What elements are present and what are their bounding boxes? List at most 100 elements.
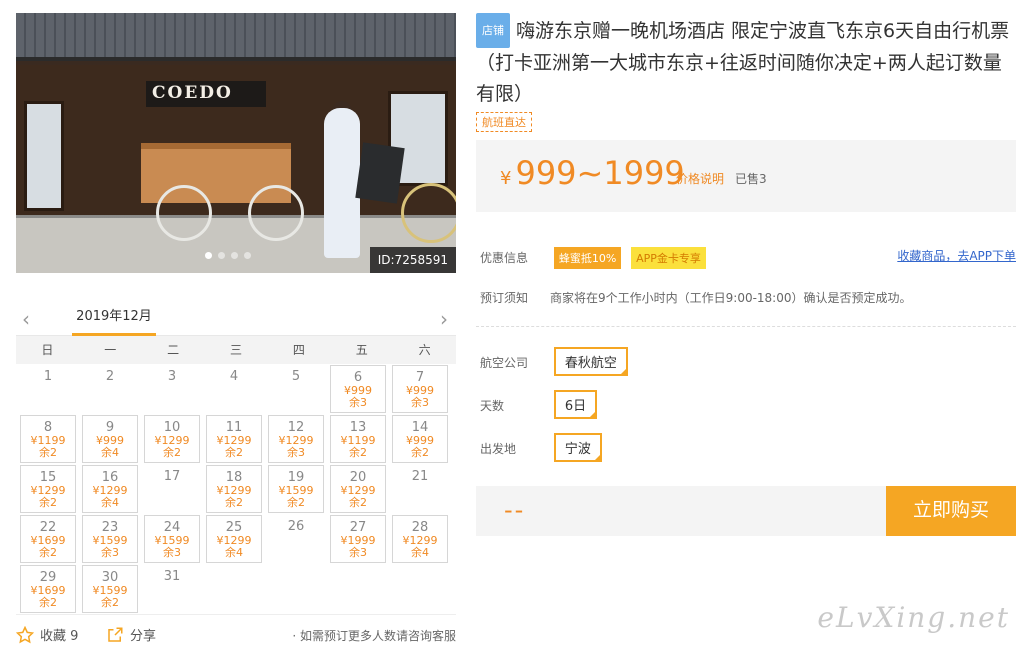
calendar-day-available[interactable]: 14 ¥999 余2	[392, 415, 448, 463]
day-number: 1	[43, 369, 53, 384]
day-remaining: 余2	[411, 446, 429, 459]
day-remaining: 余2	[163, 446, 181, 459]
calendar-day: 1	[20, 365, 76, 413]
day-remaining: 余4	[101, 496, 119, 509]
pagination-dot[interactable]	[244, 252, 251, 259]
chevron-right-icon[interactable]: ›	[440, 307, 448, 331]
price-value: 999~1999	[515, 154, 685, 192]
price-note-link[interactable]: 价格说明	[676, 170, 724, 187]
day-number: 30	[101, 570, 119, 585]
day-number: 29	[39, 570, 57, 585]
calendar-day-available[interactable]: 20 ¥1299 余2	[330, 465, 386, 513]
calendar-day-available[interactable]: 30 ¥1599 余2	[82, 565, 138, 613]
days-option[interactable]: 6日	[553, 390, 598, 419]
currency-symbol: ¥	[500, 168, 512, 189]
booking-text: 商家将在9个工作小时内（工作日9:00-18:00）确认是否预定成功。	[550, 291, 912, 305]
day-remaining: 余3	[163, 546, 181, 559]
promo-label: 优惠信息	[480, 251, 529, 265]
weekday-label: 二	[167, 343, 180, 357]
shop-window	[24, 101, 64, 211]
day-number: 31	[163, 569, 181, 584]
favorite-label: 收藏 9	[40, 629, 79, 644]
calendar-nav: ‹ 2019年12月 ›	[16, 302, 456, 336]
product-title: 店铺 嗨游东京赠一晚机场酒店 限定宁波直飞东京6天自由行机票（打卡亚洲第一大城市东…	[476, 13, 1016, 110]
price: ¥999~1999	[500, 154, 685, 192]
option-origin: 出发地 宁波	[480, 433, 602, 462]
day-remaining: 余3	[349, 546, 367, 559]
origin-option[interactable]: 宁波	[553, 433, 602, 462]
bicycle-wheel	[156, 185, 212, 241]
price-calendar: ‹ 2019年12月 › 日一二三四五六 1 2 3 4 5 6 ¥999 余3 7 ¥999 余3…	[16, 302, 456, 615]
calendar-day-available[interactable]: 9 ¥999 余4	[82, 415, 138, 463]
day-number: 19	[287, 470, 305, 485]
calendar-day-available[interactable]: 15 ¥1299 余2	[20, 465, 76, 513]
calendar-day-available[interactable]: 22 ¥1699 余2	[20, 515, 76, 563]
calendar-day-available[interactable]: 19 ¥1599 余2	[268, 465, 324, 513]
chalkboard	[355, 142, 405, 204]
calendar-day-available[interactable]: 23 ¥1599 余3	[82, 515, 138, 563]
day-remaining: 余3	[101, 546, 119, 559]
calendar-day-available[interactable]: 25 ¥1299 余4	[206, 515, 262, 563]
calendar-day-available[interactable]: 28 ¥1299 余4	[392, 515, 448, 563]
day-number: 18	[225, 470, 243, 485]
share-icon	[108, 627, 123, 642]
calendar-day-available[interactable]: 12 ¥1299 余3	[268, 415, 324, 463]
weekday-label: 五	[355, 343, 368, 357]
day-number: 25	[225, 520, 243, 535]
photo-id-label: ID:7258591	[369, 247, 456, 273]
day-number: 14	[411, 420, 429, 435]
airline-option[interactable]: 春秋航空	[553, 347, 628, 376]
price-box: ¥999~1999 价格说明 已售3	[476, 140, 1016, 212]
calendar-day-available[interactable]: 16 ¥1299 余4	[82, 465, 138, 513]
weekday-label: 六	[418, 343, 431, 357]
calendar-day-available[interactable]: 18 ¥1299 余2	[206, 465, 262, 513]
day-number: 27	[349, 520, 367, 535]
day-number: 28	[411, 520, 429, 535]
photo-pagination[interactable]	[205, 252, 251, 259]
day-remaining: 余4	[411, 546, 429, 559]
calendar-day-available[interactable]: 8 ¥1199 余2	[20, 415, 76, 463]
calendar-day-available[interactable]: 7 ¥999 余3	[392, 365, 448, 413]
calendar-day: 26	[268, 515, 324, 563]
quantity-display[interactable]: --	[504, 496, 525, 524]
day-number: 21	[411, 469, 429, 484]
pagination-dot[interactable]	[231, 252, 238, 259]
day-remaining: 余2	[225, 446, 243, 459]
store-tag[interactable]: 店铺	[476, 13, 510, 48]
calendar-day: 31	[144, 565, 200, 613]
day-number: 12	[287, 420, 305, 435]
calendar-day-available[interactable]: 10 ¥1299 余2	[144, 415, 200, 463]
app-order-link[interactable]: 收藏商品，去APP下单	[897, 247, 1016, 264]
day-remaining: 余2	[39, 496, 57, 509]
day-number: 15	[39, 470, 57, 485]
day-remaining: 余2	[39, 446, 57, 459]
day-number: 20	[349, 470, 367, 485]
calendar-days: 1 2 3 4 5 6 ¥999 余3 7 ¥999 余3 8 ¥1199 余2 9 ¥999 余4 10 ¥129…	[16, 364, 456, 615]
product-info: 店铺 嗨游东京赠一晚机场酒店 限定宁波直飞东京6天自由行机票（打卡亚洲第一大城市东…	[476, 13, 1016, 536]
pagination-dot[interactable]	[218, 252, 225, 259]
days-label: 天数	[480, 399, 505, 413]
action-footer: 收藏 9 分享 · 如需预订更多人数请咨询客服	[16, 624, 456, 648]
calendar-day-available[interactable]: 24 ¥1599 余3	[144, 515, 200, 563]
calendar-day-available[interactable]: 6 ¥999 余3	[330, 365, 386, 413]
day-number: 24	[163, 520, 181, 535]
buy-now-button[interactable]: 立即购买	[886, 486, 1016, 536]
share-button[interactable]: 分享	[106, 625, 156, 644]
day-remaining: 余4	[225, 546, 243, 559]
favorite-button[interactable]: 收藏 9	[16, 625, 78, 644]
day-number: 2	[105, 369, 115, 384]
day-number: 5	[291, 369, 301, 384]
calendar-day-available[interactable]: 13 ¥1199 余2	[330, 415, 386, 463]
calendar-day: 3	[144, 365, 200, 413]
pagination-dot[interactable]	[205, 252, 212, 259]
product-photo[interactable]: COEDO ID:7258591	[16, 13, 456, 273]
calendar-day-available[interactable]: 29 ¥1699 余2	[20, 565, 76, 613]
chevron-left-icon[interactable]: ‹	[22, 307, 30, 331]
airline-label: 航空公司	[480, 356, 529, 370]
day-number: 23	[101, 520, 119, 535]
calendar-day: 17	[144, 465, 200, 513]
calendar-month[interactable]: 2019年12月	[72, 302, 156, 336]
calendar-day-available[interactable]: 27 ¥1999 余3	[330, 515, 386, 563]
bicycle-wheel	[248, 185, 304, 241]
calendar-day-available[interactable]: 11 ¥1299 余2	[206, 415, 262, 463]
